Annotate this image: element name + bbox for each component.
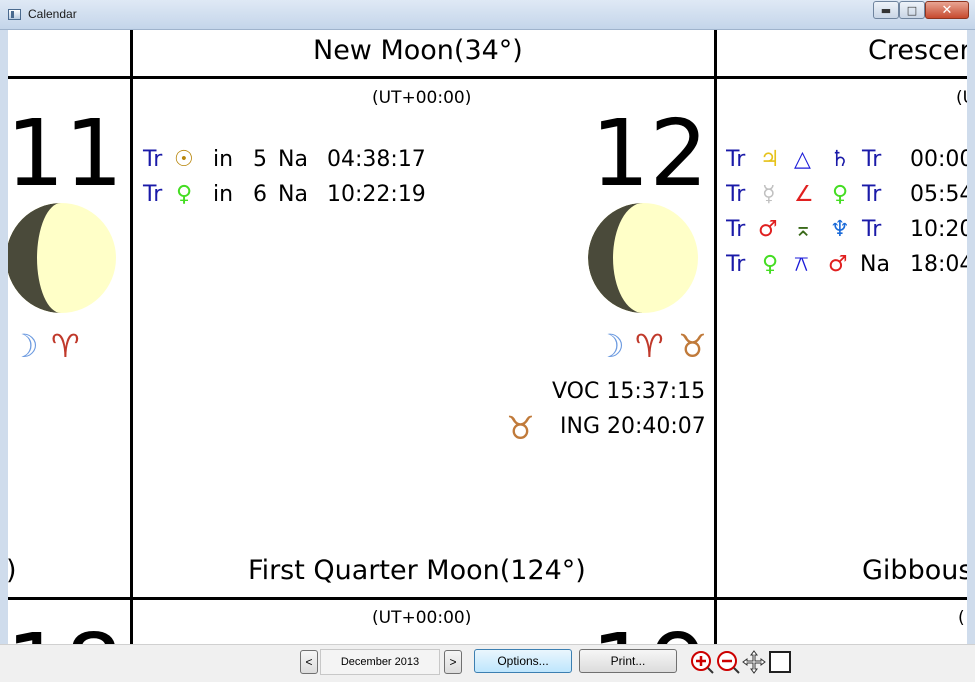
window-title: Calendar [28,7,77,21]
grid-line-horizontal [8,597,967,600]
venus-icon: ♀ [832,182,849,207]
minimize-button[interactable]: ▬ [873,1,899,19]
moon-shadow [588,203,643,313]
void-of-course-time: VOC 15:37:15 [552,379,706,404]
aspect-row: Tr ♃ △ ♄ Tr 00:00 [726,145,967,175]
taurus-icon: ♉ [678,327,707,365]
grid-line-vertical [130,30,133,644]
jupiter-icon: ♃ [760,147,780,172]
maximize-icon: □ [906,3,918,17]
fit-to-window-icon[interactable] [768,650,792,674]
moon-phase-header-right: Crescen [868,35,967,66]
transit-word: in [213,147,234,172]
aspect-row: Tr ♂ ⌅ ♆ Tr 10:20 [726,215,967,245]
motion-label: Na [278,182,308,207]
day-number[interactable]: 11 [8,108,123,200]
transit-row: Tr ☉ in 5 Na 04:38:17 [143,145,443,175]
mars-icon: ♂ [758,217,778,242]
timezone-label-right: (U [956,88,967,108]
aspect-icon: ⚻ [794,252,809,277]
event-time: 05:54 [910,182,967,207]
maximize-button[interactable]: □ [899,1,925,19]
day-number[interactable]: 18 [8,622,123,645]
transit-label: Tr [862,182,882,207]
house-number: 5 [253,147,267,172]
timezone-label: (UT+00:00) [372,88,472,108]
previous-month-button[interactable]: < [300,650,318,674]
moon-phase-icon [8,203,116,313]
sun-icon: ☉ [174,147,194,172]
taurus-icon: ♉ [506,409,535,447]
zoom-in-icon[interactable] [690,650,714,674]
transit-label: Tr [726,182,746,207]
motion-label: Na [860,252,890,277]
house-number: 6 [253,182,267,207]
next-month-button[interactable]: > [444,650,462,674]
calendar-view[interactable]: New Moon(34°) Crescen First Quarter Moon… [8,30,967,644]
event-time: 00:00 [910,147,967,172]
grid-line-vertical [714,30,717,644]
neptune-icon: ♆ [830,217,850,242]
moon-icon: ☽ [10,327,39,365]
close-button[interactable]: ✕ [925,1,969,19]
moon-phase-header: New Moon(34°) [313,35,523,66]
quincunx-icon: ⌅ [794,217,813,242]
saturn-icon: ♄ [830,147,850,172]
semisquare-icon: ∠ [794,182,814,207]
transit-label: Tr [726,217,746,242]
moon-phase-footer: First Quarter Moon(124°) [248,555,586,586]
month-display: December 2013 [320,649,440,675]
moon-phase-footer-left: ) [8,555,17,586]
pan-icon[interactable] [742,650,766,674]
moon-icon: ☽ [596,327,625,365]
close-icon: ✕ [941,2,953,18]
transit-label: Tr [862,147,882,172]
window-controls: ▬ □ ✕ [873,1,969,19]
aspect-row: Tr ☿ ∠ ♀ Tr 05:54 [726,180,967,210]
options-button[interactable]: Options... [474,649,572,673]
venus-icon: ♀ [762,252,779,277]
grid-line-horizontal [8,76,967,79]
transit-label: Tr [143,182,163,207]
transit-row: Tr ♀ in 6 Na 10:22:19 [143,180,443,210]
event-time: 04:38:17 [327,147,426,172]
transit-label: Tr [726,252,746,277]
print-button[interactable]: Print... [579,649,677,673]
mars-icon: ♂ [828,252,848,277]
aries-icon: ♈ [51,327,80,365]
zoom-out-icon[interactable] [716,650,740,674]
moon-shadow [8,203,61,313]
transit-word: in [213,182,234,207]
event-time: 10:20 [910,217,967,242]
mercury-icon: ☿ [762,182,776,207]
transit-label: Tr [862,217,882,242]
bottom-toolbar: < December 2013 > Options... Print... [0,644,975,682]
moon-phase-icon [588,203,698,313]
calendar-app-icon [8,9,21,20]
motion-label: Na [278,147,308,172]
minimize-icon: ▬ [880,3,892,17]
venus-icon: ♀ [176,182,193,207]
transit-label: Tr [143,147,163,172]
event-time: 10:22:19 [327,182,426,207]
aspect-row: Tr ♀ ⚻ ♂ Na 18:04 [726,250,967,280]
title-bar: Calendar ▬ □ ✕ [0,0,975,30]
event-time: 18:04 [910,252,967,277]
moon-phase-footer-right: Gibbous [862,555,967,586]
trine-icon: △ [794,147,811,172]
aries-icon: ♈ [635,327,664,365]
timezone-label-bottom-right: ( [958,608,965,628]
timezone-label-bottom: (UT+00:00) [372,608,472,628]
ingress-time: ING 20:40:07 [560,414,706,439]
day-number[interactable]: 19 [591,622,708,645]
transit-label: Tr [726,147,746,172]
day-number[interactable]: 12 [591,108,708,200]
